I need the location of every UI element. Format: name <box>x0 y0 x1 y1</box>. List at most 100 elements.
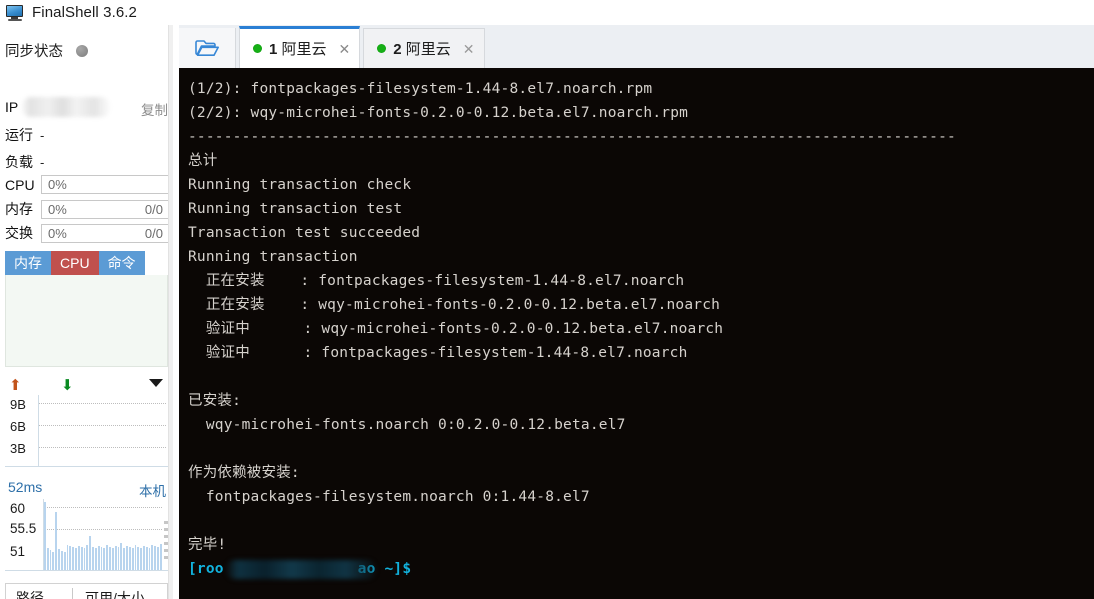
terminal-line: 正在安装 : wqy-microhei-fonts-0.2.0-0.12.bet… <box>188 297 721 313</box>
ping-bar <box>154 546 157 570</box>
terminal-line: 验证中 : wqy-microhei-fonts-0.2.0-0.12.beta… <box>188 321 724 337</box>
ping-bar <box>159 544 162 570</box>
tab-memory[interactable]: 内存 <box>5 251 51 275</box>
ping-bar <box>83 548 86 570</box>
connection-status-dot-icon <box>377 44 387 53</box>
disk-table-header: 路径 可用/大小 <box>6 584 167 599</box>
ping-bar <box>157 547 159 570</box>
ping-bar <box>66 545 69 570</box>
ping-bar <box>109 547 111 570</box>
ping-bar <box>97 546 100 570</box>
terminal-line: wqy-microhei-fonts.noarch 0:0.2.0-0.12.b… <box>188 417 626 433</box>
tab-cpu[interactable]: CPU <box>51 251 99 275</box>
ping-bar <box>131 548 134 570</box>
chevron-down-icon[interactable] <box>149 379 163 387</box>
ping-bar <box>100 547 103 570</box>
terminal-line: fontpackages-filesystem.noarch 0:1.44-8.… <box>188 489 590 505</box>
hostname-redacted <box>226 560 376 579</box>
tab-command-label: 命令 <box>107 255 136 271</box>
ip-label: IP <box>5 99 19 115</box>
session-tab-2[interactable]: 2 阿里云 ✕ <box>363 28 485 68</box>
ping-bar <box>77 546 80 570</box>
sync-status-row: 同步状态 <box>5 40 88 61</box>
monitor-icon <box>6 4 25 21</box>
terminal-line: 正在安装 : fontpackages-filesystem-1.44-8.el… <box>188 273 685 289</box>
disk-column-available-size: 可用/大小 <box>85 589 145 599</box>
network-y-axis: 9B 6B 3B <box>5 395 35 467</box>
ping-bar <box>117 547 120 570</box>
swap-meter-fraction: 0/0 <box>144 225 163 241</box>
ping-host-label[interactable]: 本机 <box>139 480 166 500</box>
ping-bar <box>103 548 106 570</box>
terminal-pane: 1 阿里云 ✕ 2 阿里云 ✕ (1/2): fontpackages-file… <box>179 25 1094 599</box>
session-tab-2-label: 2 阿里云 <box>393 41 451 58</box>
ping-bar <box>63 552 66 570</box>
tab-memory-label: 内存 <box>14 255 42 271</box>
terminal-line: Running transaction test <box>188 201 403 217</box>
network-y-tick-0: 9B <box>10 397 26 412</box>
ping-bar <box>148 548 151 570</box>
ping-chart: 60 55.5 51 <box>5 499 168 571</box>
ping-bar <box>94 548 97 570</box>
ping-header: 52ms 本机 <box>5 478 168 500</box>
app-title: FinalShell 3.6.2 <box>32 4 137 21</box>
ping-bar <box>111 548 114 570</box>
ping-y-tick-1: 55.5 <box>10 521 37 536</box>
open-folder-button[interactable] <box>179 28 236 68</box>
tab-command[interactable]: 命令 <box>98 251 145 275</box>
close-icon[interactable]: ✕ <box>463 42 475 56</box>
terminal-line: ----------------------------------------… <box>188 129 956 145</box>
memory-meter-label: 内存 <box>5 201 33 217</box>
ping-bar <box>44 502 46 570</box>
ping-bar <box>92 547 94 570</box>
sidebar-splitter[interactable] <box>168 25 173 599</box>
session-tab-1[interactable]: 1 阿里云 ✕ <box>239 26 361 68</box>
server-info-sidebar: 同步状态 IP 复制 运行 - 负载 - CPU 0% 内存 0% 0/0 交换… <box>0 25 173 599</box>
ping-y-tick-0: 60 <box>10 501 26 516</box>
network-header: ⬆ ⬇ <box>5 375 168 395</box>
ping-bar <box>75 548 77 570</box>
ping-bar <box>69 546 72 570</box>
uptime-value: - <box>40 127 45 143</box>
ping-bar <box>140 548 142 570</box>
memory-meter-percent: 0% <box>48 201 67 217</box>
terminal-line: (1/2): fontpackages-filesystem-1.44-8.el… <box>188 81 653 97</box>
ping-bar <box>123 548 126 570</box>
sync-status-label: 同步状态 <box>5 44 63 60</box>
gray-status-dot-icon <box>76 44 88 57</box>
ping-bar <box>58 549 60 570</box>
ping-bar <box>128 547 131 570</box>
ping-bar <box>80 547 83 570</box>
tab-cpu-label: CPU <box>60 255 90 271</box>
terminal-output[interactable]: (1/2): fontpackages-filesystem-1.44-8.el… <box>179 68 1094 599</box>
ping-bar <box>60 551 63 570</box>
cpu-meter-percent: 0% <box>48 177 67 192</box>
memory-meter-row: 内存 0% 0/0 <box>5 199 169 219</box>
ping-bar <box>49 550 52 570</box>
uptime-label: 运行 <box>5 127 33 143</box>
network-chart: 9B 6B 3B <box>5 395 168 467</box>
ping-bar <box>106 545 109 570</box>
ip-row: IP 复制 <box>5 97 168 119</box>
terminal-line: 总计 <box>188 153 218 169</box>
terminal-line: (2/2): wqy-microhei-fonts-0.2.0-0.12.bet… <box>188 105 689 121</box>
cpu-meter-label: CPU <box>5 176 35 193</box>
terminal-line: 完毕! <box>188 537 227 553</box>
close-icon[interactable]: ✕ <box>339 42 351 56</box>
ping-bar <box>151 545 154 570</box>
ping-y-tick-2: 51 <box>10 544 26 559</box>
swap-meter-box: 0% 0/0 <box>41 223 169 243</box>
copy-ip-button[interactable]: 复制 <box>141 99 168 119</box>
terminal-line: Running transaction check <box>188 177 412 193</box>
terminal-line: Running transaction <box>188 249 358 265</box>
disk-usage-table: 路径 可用/大小 <box>5 583 168 599</box>
terminal-line: 验证中 : fontpackages-filesystem-1.44-8.el7… <box>188 345 688 361</box>
ping-bar <box>72 547 75 570</box>
load-row: 负载 - <box>5 152 44 172</box>
swap-meter-label: 交换 <box>5 225 33 241</box>
finalshell-window: FinalShell 3.6.2 同步状态 IP 复制 运行 - 负载 - CP… <box>0 0 1094 599</box>
load-value: - <box>40 154 45 170</box>
disk-column-path: 路径 <box>16 589 44 599</box>
ping-y-axis: 60 55.5 51 <box>5 499 41 571</box>
